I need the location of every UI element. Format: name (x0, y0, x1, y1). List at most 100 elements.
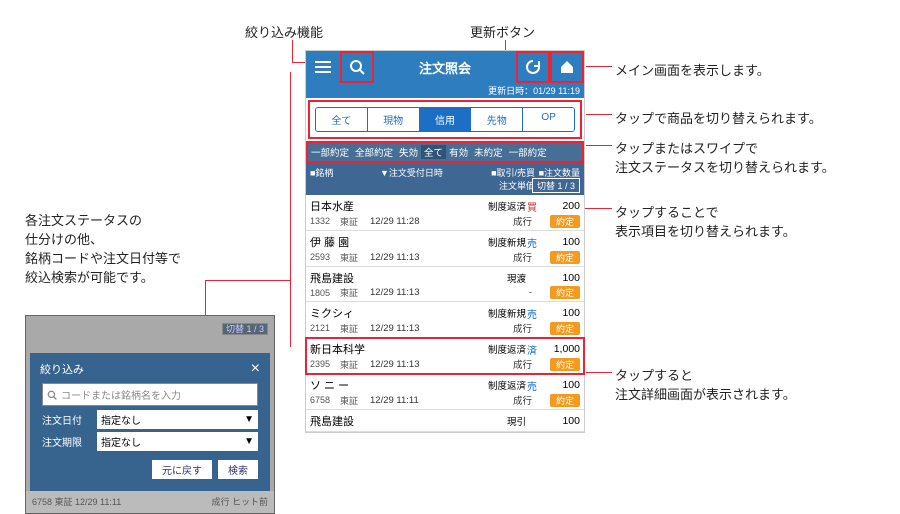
market: 東証 (340, 322, 370, 335)
status-pill: 約定 (550, 286, 580, 299)
col-trade: ■取引/売買注文単価 (475, 166, 535, 192)
status-tab-3[interactable]: 全て (421, 145, 446, 159)
market: 東証 (340, 251, 370, 264)
filter-date-select[interactable]: 指定なし▼ (97, 410, 258, 429)
col-date[interactable]: ▼注文受付日時 (380, 166, 475, 192)
app-screen: 注文照会 更新日時：01/29 11:19 全て現物信用先物OP 一部約定全部約… (305, 50, 585, 433)
home-button[interactable] (550, 51, 584, 83)
dialog-header: 絞り込み × (36, 359, 264, 379)
chevron-down-icon: ▼ (244, 436, 254, 447)
order-price: 成行 (477, 393, 532, 407)
status-tab-6[interactable]: 一部約定 (506, 145, 550, 159)
order-qty: 100 (538, 379, 580, 391)
stock-code: 6758 (310, 395, 340, 405)
market: 東証 (340, 358, 370, 371)
filter-reset-button[interactable]: 元に戻す (152, 460, 212, 479)
market: 東証 (340, 394, 370, 407)
order-row[interactable]: 日本水産制度返済買2001332東証12/29 11:28成行約定 (306, 195, 584, 231)
ann-refresh-label: 更新ボタン (470, 22, 535, 41)
chevron-down-icon: ▼ (244, 414, 254, 425)
filter-search-button[interactable]: 検索 (218, 460, 258, 479)
order-price: - (477, 287, 532, 298)
trade-type: 現渡 (471, 271, 526, 285)
trade-type: 制度返済 (471, 378, 526, 392)
search-button[interactable] (340, 51, 374, 83)
order-qty: 1,000 (538, 343, 580, 355)
trade-type: 現引 (471, 414, 526, 428)
close-icon[interactable]: × (251, 363, 260, 375)
ann-home-desc: メイン画面を表示します。 (615, 60, 770, 79)
product-tab-4[interactable]: OP (523, 108, 574, 131)
order-price: 成行 (477, 321, 532, 335)
filter-limit-select[interactable]: 指定なし▼ (97, 432, 258, 451)
refresh-button[interactable] (516, 51, 550, 83)
status-pill: 約定 (550, 251, 580, 264)
order-qty: 100 (538, 415, 580, 427)
product-tab-0[interactable]: 全て (316, 108, 368, 131)
filter-search-placeholder: コードまたは銘柄名を入力 (61, 387, 181, 402)
filter-dialog-screenshot: 切替 1 / 3 絞り込み × コードまたは銘柄名を入力 注文日付 指定なし▼ … (25, 315, 275, 514)
app-header: 注文照会 (306, 51, 584, 83)
column-header: ■銘柄 ▼注文受付日時 ■取引/売買注文単価 ■注文数量注文状況 切替 1 / … (306, 163, 584, 195)
order-price: 成行 (477, 214, 532, 228)
ann-switch-desc: タップすることで表示項目を切り替えられます。 (615, 202, 796, 240)
product-tabs: 全て現物信用先物OP (315, 107, 575, 132)
order-row[interactable]: 伊 藤 園制度新規売1002593東証12/29 11:13成行約定 (306, 231, 584, 267)
status-tab-2[interactable]: 失効 (396, 145, 421, 159)
status-tab-5[interactable]: 未約定 (471, 145, 506, 159)
stock-name: 日本水産 (310, 198, 380, 214)
status-tabs[interactable]: 一部約定全部約定失効全て有効未約定一部約定 (306, 141, 584, 163)
filter-search-input[interactable]: コードまたは銘柄名を入力 (42, 383, 258, 406)
stock-name: 飛島建設 (310, 413, 380, 429)
status-tab-4[interactable]: 有効 (446, 145, 471, 159)
order-date: 12/29 11:13 (370, 252, 477, 263)
status-pill: 約定 (550, 322, 580, 335)
order-qty: 100 (538, 307, 580, 319)
product-tab-2[interactable]: 信用 (420, 108, 472, 131)
status-pill: 約定 (550, 358, 580, 371)
trade-type: 制度新規 (471, 306, 526, 320)
col-stock: ■銘柄 (310, 166, 380, 192)
stock-code: 2593 (310, 252, 340, 262)
order-date: 12/29 11:28 (370, 216, 477, 227)
trade-side: 売 (526, 306, 538, 321)
status-pill: 約定 (550, 394, 580, 407)
order-list: 日本水産制度返済買2001332東証12/29 11:28成行約定伊 藤 園制度… (306, 195, 584, 432)
menu-button[interactable] (306, 51, 340, 83)
search-icon (47, 390, 57, 400)
order-price: 成行 (477, 357, 532, 371)
trade-side: 売 (526, 378, 538, 393)
ann-row-desc: タップすると注文詳細画面が表示されます。 (615, 365, 796, 403)
ann-tabs-desc: タップで商品を切り替えられます。 (615, 108, 822, 127)
dialog-bg-badge: 切替 1 / 3 (222, 323, 268, 335)
filter-date-label: 注文日付 (42, 412, 97, 427)
order-date: 12/29 11:13 (370, 323, 477, 334)
status-tab-0[interactable]: 一部約定 (308, 145, 352, 159)
trade-side: 売 (526, 235, 538, 250)
order-price: 成行 (477, 250, 532, 264)
stock-name: ソ ニ ー (310, 377, 380, 393)
trade-type: 制度返済 (471, 199, 526, 213)
trade-side: 買 (526, 199, 538, 214)
update-time: 更新日時：01/29 11:19 (306, 83, 584, 98)
order-date: 12/29 11:13 (370, 287, 477, 298)
dialog-title: 絞り込み (40, 361, 84, 377)
order-row[interactable]: 飛島建設現渡1001805東証12/29 11:13-約定 (306, 267, 584, 302)
stock-name: ミクシィ (310, 305, 380, 321)
ann-filter-desc: 各注文ステータスの 仕分けの他、 銘柄コードや注文日付等で 絞込検索が可能です。 (25, 210, 181, 286)
stock-code: 1805 (310, 288, 340, 298)
order-date: 12/29 11:13 (370, 359, 477, 370)
order-row[interactable]: ミクシィ制度新規売1002121東証12/29 11:13成行約定 (306, 302, 584, 338)
product-tabs-box: 全て現物信用先物OP (308, 100, 582, 139)
order-qty: 100 (538, 272, 580, 284)
order-row[interactable]: ソ ニ ー制度返済売1006758東証12/29 11:11成行約定 (306, 374, 584, 410)
order-row[interactable]: 飛島建設 現引 100 (306, 410, 584, 432)
order-row[interactable]: 新日本科学制度返済済1,0002395東証12/29 11:13成行約定 (306, 338, 584, 374)
product-tab-1[interactable]: 現物 (368, 108, 420, 131)
stock-code: 1332 (310, 216, 340, 226)
order-qty: 200 (538, 200, 580, 212)
product-tab-3[interactable]: 先物 (471, 108, 523, 131)
column-switch-button[interactable]: 切替 1 / 3 (532, 178, 580, 193)
status-tab-1[interactable]: 全部約定 (352, 145, 396, 159)
market: 東証 (340, 286, 370, 299)
